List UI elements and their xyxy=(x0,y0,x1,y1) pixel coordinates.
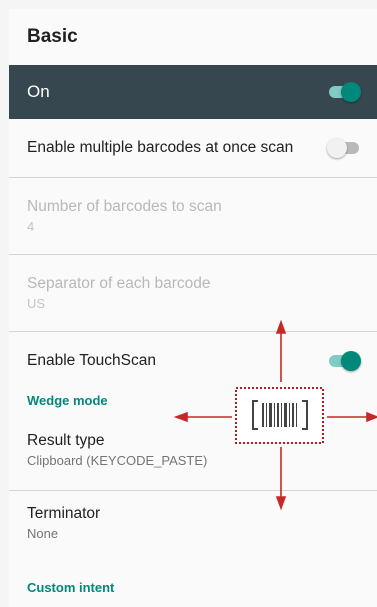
terminator-value: None xyxy=(27,526,59,541)
master-switch-bar[interactable]: On xyxy=(9,65,377,119)
separator-setting: Separator of each barcode US xyxy=(9,255,377,332)
multi-barcode-label: Enable multiple barcodes at once scan xyxy=(27,139,294,156)
separator-value: US xyxy=(27,296,46,311)
touchscan-label: Enable TouchScan xyxy=(27,352,156,369)
result-type-setting[interactable]: Result type Clipboard (KEYCODE_PASTE) xyxy=(9,410,377,491)
multi-barcode-toggle[interactable] xyxy=(327,138,361,158)
terminator-label: Terminator xyxy=(27,505,101,522)
num-barcodes-label: Number of barcodes to scan xyxy=(27,198,222,215)
settings-screen: Basic On Enable multiple barcodes at onc… xyxy=(9,9,377,607)
wedge-mode-header: Wedge mode xyxy=(27,392,108,408)
result-type-label: Result type xyxy=(27,432,105,449)
separator-label: Separator of each barcode xyxy=(27,275,211,292)
multi-barcode-setting[interactable]: Enable multiple barcodes at once scan xyxy=(9,119,377,178)
page-title: Basic xyxy=(9,9,377,65)
touchscan-setting[interactable]: Enable TouchScan xyxy=(9,332,377,390)
custom-intent-header: Custom intent xyxy=(27,580,115,595)
master-switch-label: On xyxy=(27,82,50,101)
result-type-value: Clipboard (KEYCODE_PASTE) xyxy=(27,453,208,468)
terminator-setting[interactable]: Terminator None xyxy=(9,491,377,555)
touchscan-toggle[interactable] xyxy=(327,351,361,371)
num-barcodes-value: 4 xyxy=(27,219,35,234)
num-barcodes-setting: Number of barcodes to scan 4 xyxy=(9,178,377,255)
master-toggle[interactable] xyxy=(327,82,361,102)
